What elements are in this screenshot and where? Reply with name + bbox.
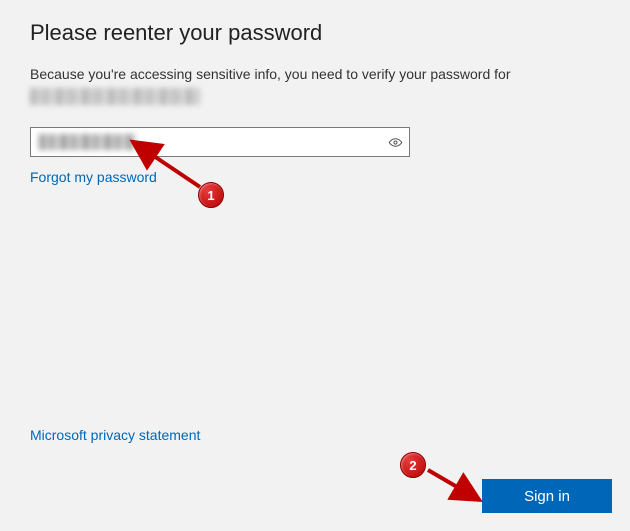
sign-in-button[interactable]: Sign in bbox=[482, 479, 612, 513]
page-title: Please reenter your password bbox=[30, 20, 600, 46]
forgot-password-link[interactable]: Forgot my password bbox=[30, 169, 157, 185]
password-input[interactable] bbox=[39, 127, 387, 157]
reveal-password-icon[interactable] bbox=[387, 134, 403, 150]
annotation-badge-1: 1 bbox=[198, 182, 224, 208]
privacy-statement-link[interactable]: Microsoft privacy statement bbox=[30, 427, 200, 443]
annotation-badge-2: 2 bbox=[400, 452, 426, 478]
account-identifier-redacted bbox=[30, 88, 200, 105]
instruction-text: Because you're accessing sensitive info,… bbox=[30, 64, 600, 84]
password-field-wrapper[interactable] bbox=[30, 127, 410, 157]
